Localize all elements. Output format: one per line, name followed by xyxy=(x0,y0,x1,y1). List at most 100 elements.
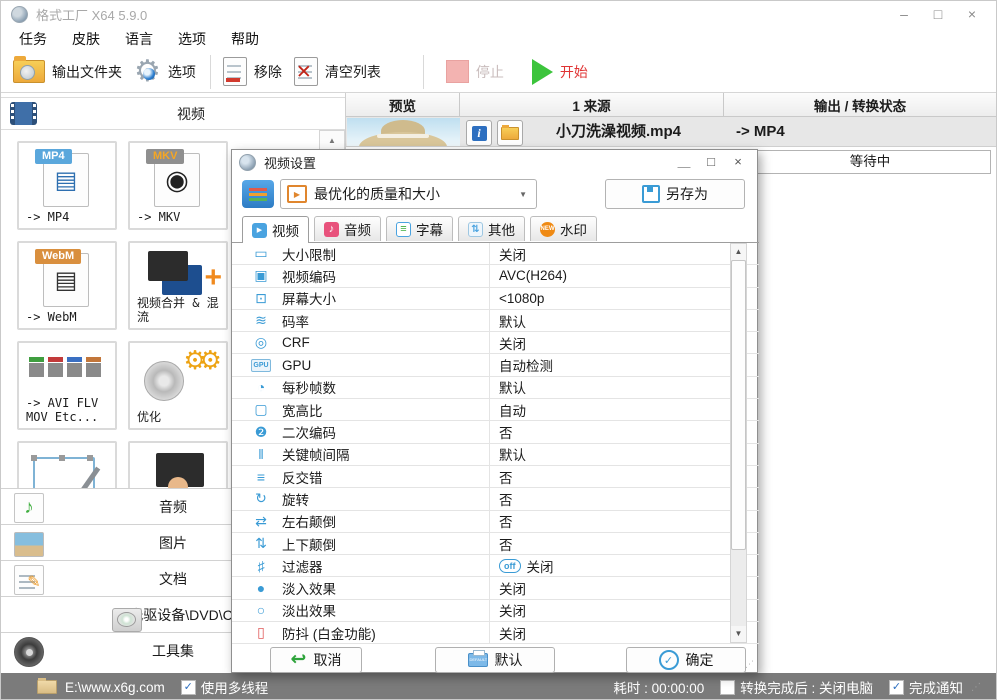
gear-icon: ⚙ xyxy=(134,57,161,87)
category-label: 音频 xyxy=(159,497,187,517)
setting-row[interactable]: GPUGPU自动检测 xyxy=(232,354,759,376)
dialog-resize-grip[interactable]: ⋰ xyxy=(745,659,754,670)
format-tile-optimize[interactable]: 优化 xyxy=(128,341,228,430)
tab-水印[interactable]: NEW水印 xyxy=(530,216,597,241)
column-header[interactable]: 1 来源 xyxy=(460,93,724,116)
setting-row[interactable]: ◔每秒帧数默认 xyxy=(232,377,759,399)
crop-tool-tile[interactable] xyxy=(17,441,117,488)
info-button[interactable] xyxy=(466,120,492,146)
profile-dropdown[interactable]: ▶ 最优化的质量和大小 ▼ xyxy=(280,179,537,209)
format-tile-file-mp4[interactable]: MP4-> MP4 xyxy=(17,141,117,230)
tab-字幕[interactable]: 字幕 xyxy=(386,216,453,241)
multithread-checkbox[interactable]: ✓ xyxy=(181,680,196,695)
setting-value[interactable]: 否 xyxy=(499,467,513,487)
setting-value[interactable]: 关闭 xyxy=(499,333,526,353)
resize-grip[interactable]: ⋰ xyxy=(971,682,982,693)
settings-scrollbar[interactable]: ▲ ▼ xyxy=(730,243,747,643)
output-path[interactable]: E:\www.x6g.com xyxy=(65,680,165,695)
setting-value[interactable]: 关闭 xyxy=(499,600,526,620)
setting-row[interactable]: ↻旋转否 xyxy=(232,488,759,510)
open-folder-button[interactable] xyxy=(497,120,523,146)
ok-button[interactable]: ✓ 确定 xyxy=(626,647,746,673)
setting-value[interactable]: 否 xyxy=(499,489,513,509)
setting-row[interactable]: ⇅上下颠倒否 xyxy=(232,533,759,555)
tab-视频[interactable]: 视频 xyxy=(242,216,309,243)
video-category-header[interactable]: 视频 xyxy=(1,97,345,130)
setting-row[interactable]: ●淡入效果关闭 xyxy=(232,577,759,599)
setting-row[interactable]: ◎CRF关闭 xyxy=(232,332,759,354)
format-tile-multi[interactable]: -> AVI FLV MOV Etc... xyxy=(17,341,117,430)
scroll-down-arrow[interactable]: ▼ xyxy=(731,626,746,642)
setting-row[interactable]: ❷二次编码否 xyxy=(232,421,759,443)
task-row[interactable]: 小刀洗澡视频.mp4 -> MP4 等待中 xyxy=(346,117,997,147)
preview-thumbnail[interactable] xyxy=(347,118,460,146)
menu-item[interactable]: 皮肤 xyxy=(72,29,100,49)
menu-item[interactable]: 帮助 xyxy=(231,29,259,49)
dialog-titlebar[interactable]: 视频设置 ＿ □ × xyxy=(232,150,757,174)
setting-row[interactable]: ○淡出效果关闭 xyxy=(232,600,759,622)
menu-item[interactable]: 语言 xyxy=(125,29,153,49)
setting-row[interactable]: ≋码率默认 xyxy=(232,310,759,332)
setting-row[interactable]: ≡反交错否 xyxy=(232,466,759,488)
setting-value[interactable]: 默认 xyxy=(499,377,526,397)
setting-label: 上下颠倒 xyxy=(282,534,336,554)
column-header[interactable]: 预览 xyxy=(346,93,460,116)
setting-value[interactable]: 关闭 xyxy=(499,244,526,264)
setting-row[interactable]: ‖关键帧间隔默认 xyxy=(232,444,759,466)
setting-row[interactable]: ▢宽高比自动 xyxy=(232,399,759,421)
category-label: 工具集 xyxy=(152,641,194,661)
scroll-thumb[interactable] xyxy=(731,260,746,550)
tiles-scroll-up-button[interactable]: ▲ xyxy=(319,130,345,151)
setting-row[interactable]: ⇄左右颠倒否 xyxy=(232,511,759,533)
dialog-close-button[interactable]: × xyxy=(727,153,749,171)
setting-value[interactable]: <1080p xyxy=(499,291,544,306)
setting-value[interactable]: 否 xyxy=(499,422,513,442)
setting-value[interactable]: 否 xyxy=(499,534,513,554)
setting-row[interactable]: ▯防抖 (白金功能)关闭 xyxy=(232,622,759,644)
setting-value[interactable]: 否 xyxy=(499,511,513,531)
video-clip-tile[interactable] xyxy=(128,441,228,488)
column-divider xyxy=(489,466,490,487)
tab-音频[interactable]: 音频 xyxy=(314,216,381,241)
menu-item[interactable]: 选项 xyxy=(178,29,206,49)
format-tile-file-webm[interactable]: WebM-> WebM xyxy=(17,241,117,330)
notify-checkbox[interactable]: ✓ xyxy=(889,680,904,695)
setting-value[interactable]: 关闭 xyxy=(499,578,526,598)
save-as-button[interactable]: 另存为 xyxy=(605,179,745,209)
setting-row[interactable]: ▣视频编码AVC(H264) xyxy=(232,265,759,287)
close-button[interactable]: × xyxy=(958,4,986,24)
setting-value[interactable]: 关闭 xyxy=(499,623,526,643)
setting-row[interactable]: ▭大小限制关闭 xyxy=(232,243,759,265)
maximize-button[interactable]: □ xyxy=(924,4,952,24)
remove-button[interactable]: 移除 xyxy=(223,57,282,86)
setting-value[interactable]: off关闭 xyxy=(499,556,554,576)
setting-row[interactable]: ⊡屏幕大小<1080p xyxy=(232,288,759,310)
format-tile-file-mkv[interactable]: MKV-> MKV xyxy=(128,141,228,230)
default-button[interactable]: 默认 xyxy=(435,647,555,673)
setting-value[interactable]: 自动 xyxy=(499,400,526,420)
dialog-maximize-button[interactable]: □ xyxy=(700,153,722,171)
setting-value[interactable]: 自动检测 xyxy=(499,355,553,375)
start-button[interactable]: 开始 xyxy=(532,59,588,85)
tab-其他[interactable]: 其他 xyxy=(458,216,525,241)
setting-value[interactable]: 默认 xyxy=(499,444,526,464)
dialog-buttons: ↩ 取消 默认 ✓ 确定 xyxy=(232,647,757,674)
options-button[interactable]: ⚙ 选项 xyxy=(134,57,196,87)
dialog-minimize-button[interactable]: ＿ xyxy=(673,153,695,171)
menu-item[interactable]: 任务 xyxy=(19,29,47,49)
tile-label: -> MKV xyxy=(137,210,180,224)
format-tile-merge[interactable]: 视频合并 & 混流 xyxy=(128,241,228,330)
shutdown-after-label[interactable]: 转换完成后 : 关闭电脑 xyxy=(740,677,873,697)
shutdown-after-checkbox[interactable]: ✓ xyxy=(720,680,735,695)
setting-row[interactable]: ♯过滤器off关闭 xyxy=(232,555,759,577)
setting-value[interactable]: AVC(H264) xyxy=(499,268,567,283)
clear-list-button[interactable]: 清空列表 xyxy=(294,57,381,86)
multithread-label[interactable]: 使用多线程 xyxy=(201,677,269,697)
scroll-up-arrow[interactable]: ▲ xyxy=(731,244,746,260)
notify-label[interactable]: 完成通知 xyxy=(909,677,963,697)
cancel-button[interactable]: ↩ 取消 xyxy=(270,647,362,673)
column-header[interactable]: 输出 / 转换状态 xyxy=(724,93,997,116)
output-folder-button[interactable]: 输出文件夹 xyxy=(13,60,122,83)
setting-value[interactable]: 默认 xyxy=(499,311,526,331)
minimize-button[interactable]: – xyxy=(890,4,918,24)
